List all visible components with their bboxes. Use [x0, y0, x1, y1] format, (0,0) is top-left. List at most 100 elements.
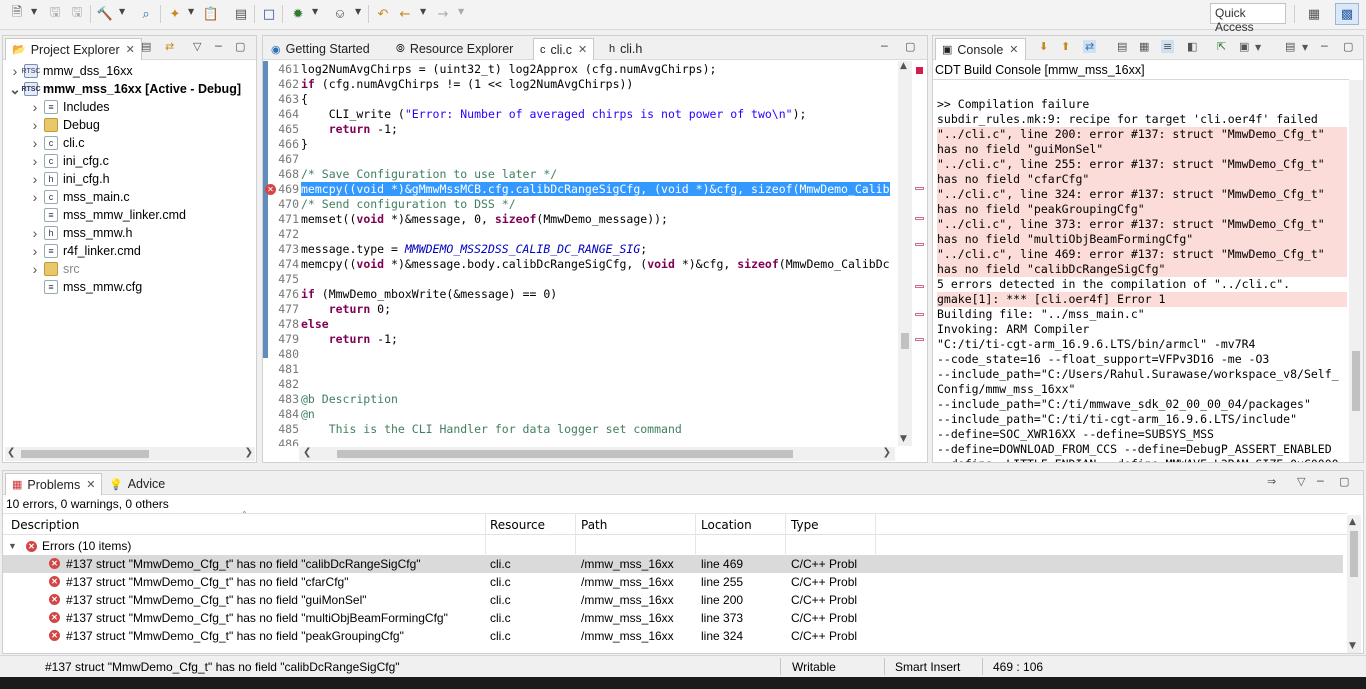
- minimize-icon[interactable]: ─: [215, 40, 222, 53]
- tree-item[interactable]: › h mss_mmw.h: [3, 224, 133, 242]
- new-console-icon[interactable]: ▤: [1285, 40, 1295, 53]
- code-line[interactable]: 462 if (cfg.numAvgChirps != (1 << log2Num…: [265, 77, 899, 92]
- link-editor-icon[interactable]: ⇄: [165, 40, 174, 53]
- column-header-location[interactable]: Location: [701, 518, 752, 532]
- code-line[interactable]: 479 return -1;: [265, 332, 899, 347]
- build-hammer-icon[interactable]: 🔨: [96, 5, 114, 23]
- table-row[interactable]: ✕ #137 struct "MmwDemo_Cfg_t" has no fiel…: [3, 573, 1343, 591]
- back-arrow-icon[interactable]: ←: [396, 5, 414, 23]
- wand-icon[interactable]: ✦: [166, 5, 184, 23]
- tab-problems[interactable]: ▦ Problems ✕: [5, 473, 103, 495]
- display-console-icon[interactable]: ▣: [1239, 40, 1249, 53]
- code-line[interactable]: 469 memcpy((void *)&gMmwMssMCB.cfg.calibD…: [265, 182, 899, 197]
- close-icon[interactable]: ✕: [1009, 43, 1018, 56]
- code-line[interactable]: 465 return -1;: [265, 122, 899, 137]
- code-line[interactable]: 467: [265, 152, 899, 167]
- collapse-all-icon[interactable]: ▤: [141, 40, 151, 53]
- tree-item[interactable]: › h ini_cfg.h: [3, 170, 110, 188]
- tab-cli-c[interactable]: c cli.c ✕: [533, 38, 595, 60]
- code-line[interactable]: 486: [265, 437, 899, 446]
- code-line[interactable]: 466}: [265, 137, 899, 152]
- code-line[interactable]: 470/* Send configuration to DSS */: [265, 197, 899, 212]
- tree-item[interactable]: › c ini_cfg.c: [3, 152, 109, 170]
- close-icon[interactable]: ✕: [126, 43, 135, 56]
- pin-console-icon[interactable]: ◧: [1187, 40, 1197, 53]
- chevron-right-icon[interactable]: ›: [29, 243, 41, 259]
- code-line[interactable]: 478 else: [265, 317, 899, 332]
- tree-h-scrollbar[interactable]: ❮ ❯: [5, 447, 255, 461]
- code-line[interactable]: 477 return 0;: [265, 302, 899, 317]
- search-icon[interactable]: ⌕: [137, 5, 155, 23]
- editor-v-scrollbar[interactable]: ▲ ▼: [898, 61, 912, 446]
- chevron-right-icon[interactable]: ›: [29, 153, 41, 169]
- console-output[interactable]: >> Compilation failure subdir_rules.mk:9:…: [933, 80, 1349, 462]
- new-console-dropdown-icon[interactable]: ▼: [1302, 43, 1308, 52]
- monitor-icon[interactable]: □: [260, 5, 278, 23]
- chevron-right-icon[interactable]: ›: [29, 171, 41, 187]
- copy-console-icon[interactable]: ▦: [1139, 40, 1149, 53]
- flash-icon[interactable]: ⎉: [331, 5, 349, 23]
- code-line[interactable]: 476 if (MmwDemo_mboxWrite(&message) == 0): [265, 287, 899, 302]
- code-line[interactable]: 473 message.type = MMWDEMO_MSS2DSS_CALIB_…: [265, 242, 899, 257]
- perspective-icon[interactable]: ▩: [1335, 3, 1359, 25]
- table-row[interactable]: ✕ #137 struct "MmwDemo_Cfg_t" has no fiel…: [3, 555, 1343, 573]
- tree-item[interactable]: › src: [3, 260, 80, 278]
- save-icon[interactable]: 🖫: [46, 5, 64, 23]
- tree-item[interactable]: › RTSC mmw_dss_16xx: [3, 62, 133, 80]
- tab-project-explorer[interactable]: 📂 Project Explorer ✕: [5, 38, 142, 60]
- column-header-description[interactable]: Description: [11, 518, 79, 532]
- open-perspective-icon[interactable]: ▦: [1305, 5, 1323, 23]
- tree-item[interactable]: ⌄ RTSC mmw_mss_16xx [Active - Debug]: [3, 80, 241, 98]
- code-line[interactable]: 474 memcpy((void *)&message.body.calibDcR…: [265, 257, 899, 272]
- code-line[interactable]: 472: [265, 227, 899, 242]
- code-line[interactable]: 471 memset((void *)&message, 0, sizeof(Mm…: [265, 212, 899, 227]
- chevron-right-icon[interactable]: ›: [29, 261, 41, 277]
- code-line[interactable]: 482: [265, 377, 899, 392]
- tab-cli-h[interactable]: h cli.h: [603, 38, 648, 60]
- tree-item[interactable]: ≡ mss_mmw_linker.cmd: [3, 206, 186, 224]
- code-line[interactable]: 463{: [265, 92, 899, 107]
- new-icon[interactable]: 🗎: [8, 5, 26, 23]
- code-area[interactable]: 461 log2NumAvgChirps = (uint32_t) log2App…: [265, 62, 899, 446]
- new-dropdown-icon[interactable]: ▼: [31, 7, 37, 16]
- build-dropdown-icon[interactable]: ▼: [119, 7, 125, 16]
- open-console-icon[interactable]: ⇱: [1217, 40, 1226, 53]
- tree-item[interactable]: › ≡ r4f_linker.cmd: [3, 242, 141, 260]
- table-row[interactable]: ✕ #137 struct "MmwDemo_Cfg_t" has no fiel…: [3, 609, 1343, 627]
- table-row[interactable]: ✕ #137 struct "MmwDemo_Cfg_t" has no fiel…: [3, 627, 1343, 645]
- filter-icon[interactable]: ⇒: [1267, 475, 1276, 488]
- overview-ruler[interactable]: [913, 61, 927, 446]
- chevron-right-icon[interactable]: ›: [29, 99, 41, 115]
- console-v-scrollbar[interactable]: [1349, 80, 1363, 462]
- debug-dropdown-icon[interactable]: ▼: [312, 7, 318, 16]
- tab-getting-started[interactable]: ◉ Getting Started: [265, 38, 376, 60]
- chevron-right-icon[interactable]: ›: [29, 189, 41, 205]
- editor-h-scrollbar[interactable]: ❮ ❯: [299, 447, 895, 461]
- code-line[interactable]: 475: [265, 272, 899, 287]
- minimize-icon[interactable]: ─: [1317, 475, 1324, 488]
- maximize-icon[interactable]: ▢: [1343, 40, 1353, 53]
- maximize-icon[interactable]: ▢: [1339, 475, 1349, 488]
- minimize-icon[interactable]: ─: [881, 40, 888, 53]
- chevron-right-icon[interactable]: ›: [9, 63, 21, 79]
- tree-item[interactable]: › ≡ Includes: [3, 98, 110, 116]
- debug-bug-icon[interactable]: ✹: [289, 5, 307, 23]
- minimize-icon[interactable]: ─: [1321, 40, 1328, 53]
- back-dropdown-icon[interactable]: ▼: [420, 7, 426, 16]
- save-all-icon[interactable]: 🖫: [68, 5, 86, 23]
- tab-advice[interactable]: 💡 Advice: [103, 473, 171, 495]
- chevron-right-icon[interactable]: ›: [29, 117, 41, 133]
- view-menu-icon[interactable]: ▽: [193, 40, 201, 53]
- last-edit-icon[interactable]: ↶: [374, 5, 392, 23]
- chevron-right-icon[interactable]: ›: [29, 135, 41, 151]
- chevron-right-icon[interactable]: ›: [29, 225, 41, 241]
- flash-dropdown-icon[interactable]: ▼: [355, 7, 361, 16]
- clipboard-icon[interactable]: 📋: [202, 5, 220, 23]
- maximize-icon[interactable]: ▢: [235, 40, 245, 53]
- problems-v-scrollbar[interactable]: ▲ ▼: [1347, 515, 1361, 653]
- tab-console[interactable]: ▣ Console ✕: [935, 38, 1026, 60]
- forward-arrow-icon[interactable]: →: [434, 5, 452, 23]
- code-line[interactable]: 483 @b Description: [265, 392, 899, 407]
- code-line[interactable]: 481: [265, 362, 899, 377]
- view-menu-icon[interactable]: ▽: [1297, 475, 1305, 488]
